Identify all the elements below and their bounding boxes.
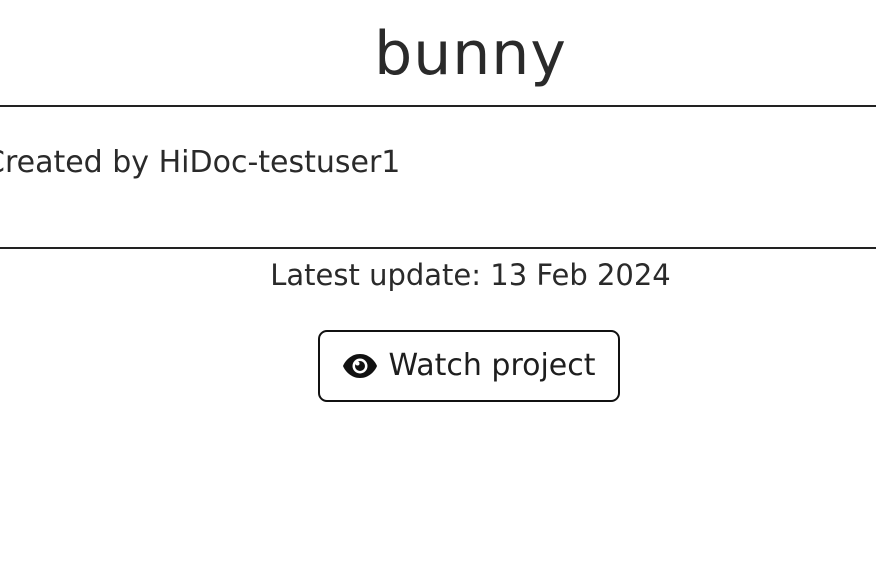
latest-update: Latest update: 13 Feb 2024 (270, 258, 671, 292)
watch-project-button[interactable]: Watch project (318, 330, 620, 402)
project-creator: Created by HiDoc-testuser1 (0, 145, 401, 180)
top-divider (0, 105, 876, 107)
eye-icon (343, 354, 378, 378)
project-page: bunny Created by HiDoc-testuser1 Latest … (0, 0, 876, 562)
bottom-divider (0, 247, 876, 249)
project-title: bunny (374, 19, 567, 89)
watch-project-label: Watch project (388, 348, 596, 383)
